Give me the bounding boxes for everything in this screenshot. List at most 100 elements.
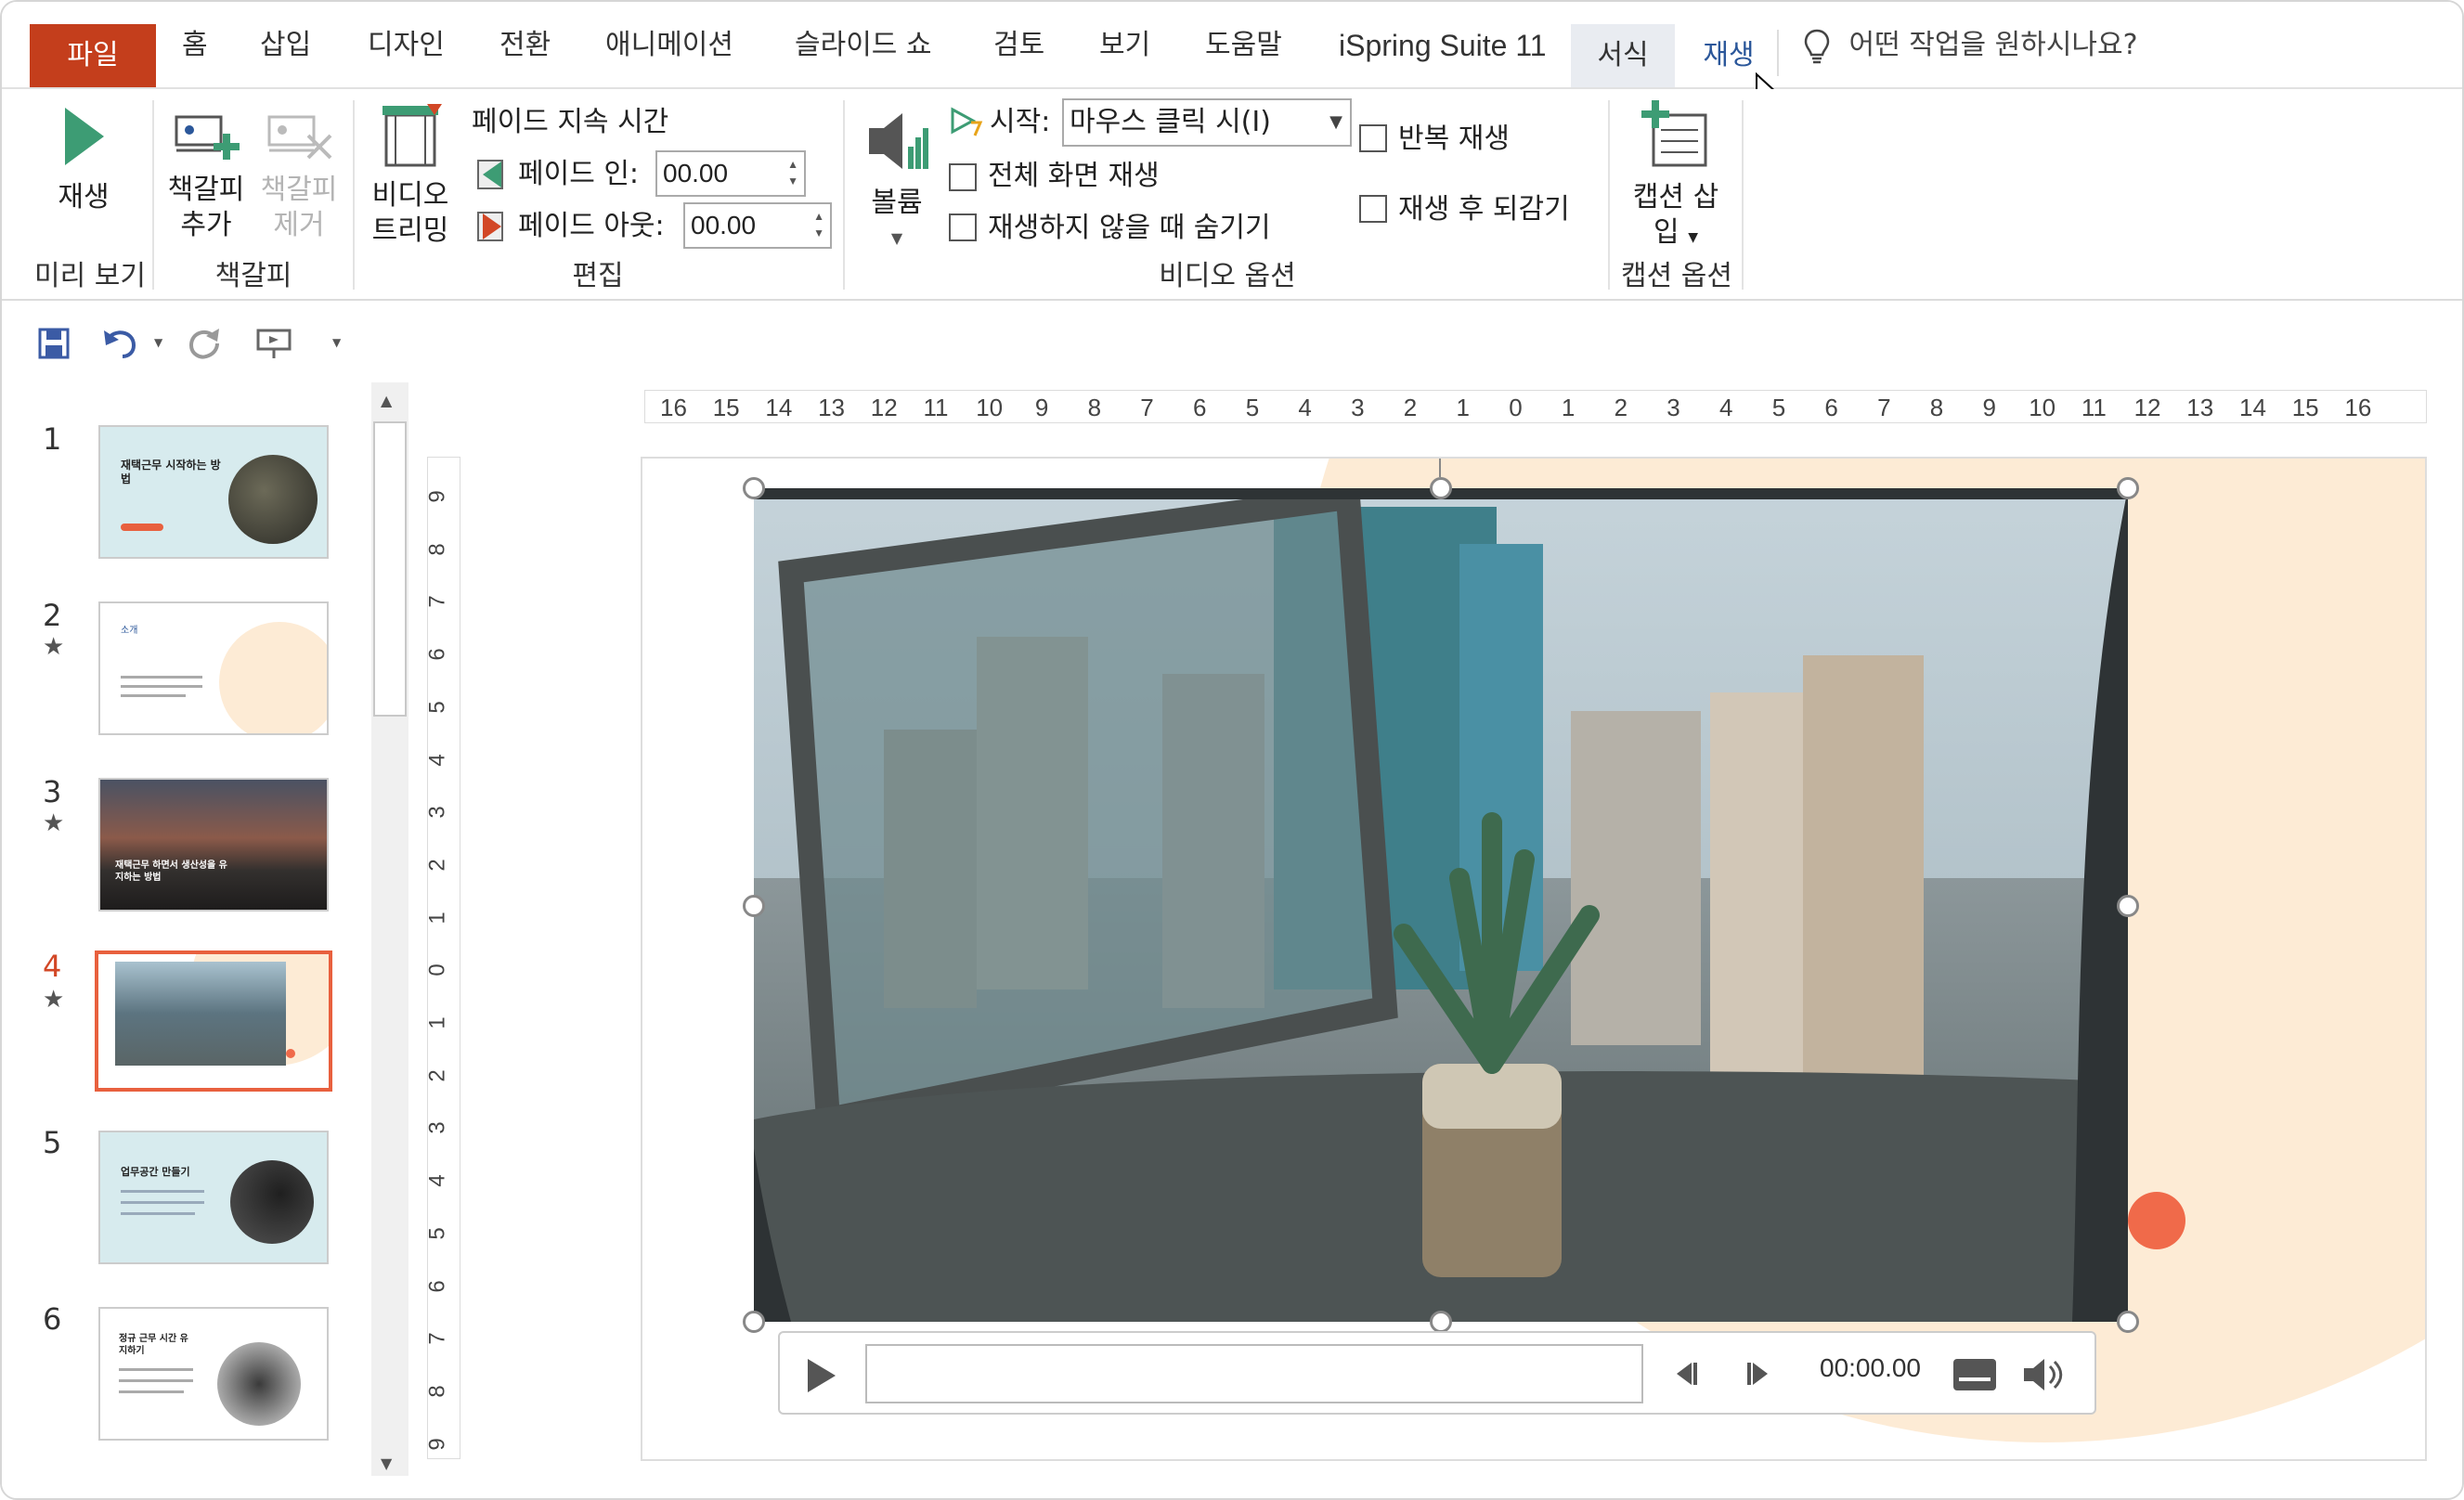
remove-bookmark-button[interactable]: 책갈피 제거 bbox=[253, 108, 345, 243]
tab-design[interactable]: 디자인 bbox=[368, 22, 445, 69]
decorative-dot-shape[interactable] bbox=[2128, 1192, 2185, 1249]
slide-thumbnail-6[interactable]: 정규 근무 시간 유지하기 bbox=[98, 1307, 329, 1441]
ruler-number: 2 bbox=[424, 859, 450, 872]
volume-speaker-icon bbox=[869, 113, 928, 169]
play-preview-button[interactable]: 재생 bbox=[39, 104, 128, 215]
tab-slideshow[interactable]: 슬라이드 쇼 bbox=[795, 22, 932, 69]
trim-video-button[interactable]: 비디오 트리밍 bbox=[358, 102, 462, 249]
tab-home[interactable]: 홈 bbox=[182, 22, 208, 69]
ruler-number: 5 bbox=[1245, 394, 1260, 421]
resize-handle-top[interactable] bbox=[1430, 477, 1452, 499]
resize-handle-bottom[interactable] bbox=[1430, 1311, 1452, 1333]
resize-handle-right[interactable] bbox=[2117, 895, 2139, 917]
ruler-number: 6 bbox=[1193, 394, 1207, 421]
group-separator bbox=[843, 100, 845, 290]
slide-thumbnail-3[interactable]: 재택근무 하면서 생산성을 유지하는 방법 bbox=[98, 778, 329, 912]
customize-toolbar-icon[interactable]: ▼ bbox=[332, 336, 341, 349]
video-player-controls: 00:00.00 bbox=[778, 1331, 2096, 1415]
redo-icon[interactable] bbox=[188, 327, 221, 360]
tell-me-search[interactable]: 어떤 작업을 원하시나요? bbox=[1803, 22, 2138, 69]
caption-insert-icon bbox=[1641, 100, 1707, 167]
chevron-down-icon: ▼ bbox=[1329, 112, 1342, 132]
ruler-number: 6 bbox=[1824, 394, 1838, 421]
ruler-number: 11 bbox=[923, 394, 949, 421]
volume-button[interactable]: 볼륨 ▼ bbox=[856, 106, 938, 256]
resize-handle-top-left[interactable] bbox=[743, 477, 765, 499]
tab-help[interactable]: 도움말 bbox=[1205, 22, 1282, 69]
spinner-arrows-icon[interactable]: ▲ ▼ bbox=[813, 208, 824, 241]
tab-ispring[interactable]: iSpring Suite 11 bbox=[1339, 22, 1547, 69]
resize-handle-bottom-right[interactable] bbox=[2117, 1311, 2139, 1333]
fade-out-input[interactable]: 00.00 ▲ ▼ bbox=[683, 202, 832, 249]
tab-view[interactable]: 보기 bbox=[1099, 22, 1150, 69]
resize-handle-top-right[interactable] bbox=[2117, 477, 2139, 499]
thumbnail-image bbox=[228, 455, 318, 544]
ruler-number: 4 bbox=[1298, 394, 1312, 421]
slide-number: 1 bbox=[43, 421, 62, 457]
undo-dropdown-icon[interactable]: ▼ bbox=[154, 336, 162, 349]
start-dropdown[interactable]: 마우스 클릭 시(I) ▼ bbox=[1062, 98, 1352, 147]
save-icon[interactable] bbox=[37, 327, 71, 360]
captions-icon[interactable] bbox=[1952, 1357, 1998, 1392]
scrollbar-thumb[interactable] bbox=[373, 421, 407, 717]
spinner-arrows-icon[interactable]: ▲ ▼ bbox=[787, 156, 798, 189]
slide-thumbnail-1[interactable]: 재택근무 시작하는 방법 bbox=[98, 425, 329, 559]
add-bookmark-label-1: 책갈피 bbox=[167, 174, 245, 206]
tab-file[interactable]: 파일 bbox=[30, 24, 156, 87]
slide-canvas[interactable] bbox=[641, 457, 2427, 1461]
add-bookmark-button[interactable]: 책갈피 추가 bbox=[160, 108, 253, 243]
ruler-number: 8 bbox=[1929, 394, 1944, 421]
tab-review[interactable]: 검토 bbox=[993, 22, 1044, 69]
tab-insert[interactable]: 삽입 bbox=[260, 22, 311, 69]
ruler-number: 15 bbox=[712, 394, 740, 421]
ruler-number: 8 bbox=[1087, 394, 1102, 421]
horizontal-ruler: 16 15 14 13 12 11 10 9 8 7 6 5 4 3 2 1 0 1 2 3 4 5 6 7 8 9 10 11 12 1… bbox=[644, 390, 2427, 423]
tab-animations[interactable]: 애니메이션 bbox=[605, 22, 733, 69]
ruler-number: 1 bbox=[424, 911, 450, 925]
resize-handle-left[interactable] bbox=[743, 895, 765, 917]
loop-checkbox[interactable] bbox=[1359, 124, 1387, 152]
ruler-number: 12 bbox=[2133, 394, 2161, 421]
undo-icon[interactable] bbox=[102, 327, 139, 360]
rewind-checkbox[interactable] bbox=[1359, 195, 1387, 223]
volume-icon[interactable] bbox=[2022, 1357, 2065, 1392]
ruler-number: 1 bbox=[1456, 394, 1470, 421]
ruler-number: 1 bbox=[1561, 394, 1576, 421]
start-from-beginning-icon[interactable] bbox=[254, 327, 293, 360]
insert-caption-button[interactable]: 캡션 삽 입 ▼ bbox=[1614, 100, 1738, 255]
video-progress-bar[interactable] bbox=[865, 1344, 1643, 1403]
ruler-number: 16 bbox=[2344, 394, 2372, 421]
chevron-down-icon: ▼ bbox=[1688, 230, 1698, 245]
hide-label: 재생하지 않을 때 숨기기 bbox=[988, 212, 1271, 244]
powerpoint-window: 파일 홈 삽입 디자인 전환 애니메이션 슬라이드 쇼 검토 보기 도움말 iS… bbox=[0, 0, 2464, 1500]
tab-format[interactable]: 서식 bbox=[1571, 24, 1675, 87]
ruler-number: 3 bbox=[1666, 394, 1680, 421]
ruler-number: 15 bbox=[2291, 394, 2319, 421]
ruler-number: 8 bbox=[424, 1385, 450, 1398]
scroll-down-icon[interactable]: ▼ bbox=[381, 1455, 392, 1472]
tab-transitions[interactable]: 전환 bbox=[499, 22, 551, 69]
video-object[interactable] bbox=[754, 488, 2128, 1322]
play-icon[interactable] bbox=[802, 1355, 839, 1396]
hide-checkbox[interactable] bbox=[949, 213, 977, 241]
step-backward-icon[interactable] bbox=[1671, 1359, 1699, 1389]
slide-thumbnail-5[interactable]: 업무공간 만들기 bbox=[98, 1131, 329, 1264]
slide-number: 2 bbox=[43, 598, 62, 633]
ruler-number: 4 bbox=[424, 1174, 450, 1187]
trim-video-label-2: 트리밍 bbox=[371, 214, 449, 247]
thumbnail-text-line bbox=[121, 676, 202, 679]
volume-label: 볼륨 bbox=[871, 187, 923, 219]
step-forward-icon[interactable] bbox=[1745, 1359, 1773, 1389]
fullscreen-checkbox[interactable] bbox=[949, 163, 977, 191]
resize-handle-bottom-left[interactable] bbox=[743, 1311, 765, 1333]
rewind-label: 재생 후 되감기 bbox=[1398, 193, 1570, 226]
thumbnail-text-line bbox=[119, 1379, 193, 1382]
slide-thumbnail-4[interactable] bbox=[95, 950, 332, 1092]
ruler-number: 7 bbox=[1877, 394, 1891, 421]
ruler-number: 9 bbox=[1982, 394, 1996, 421]
fade-in-input[interactable]: 00.00 ▲ ▼ bbox=[655, 150, 806, 197]
group-label-video-options: 비디오 옵션 bbox=[1159, 260, 1296, 292]
slide-thumbnail-2[interactable]: 소개 bbox=[98, 601, 329, 735]
scroll-up-icon[interactable]: ▲ bbox=[381, 392, 392, 409]
ribbon-playback: 재생 미리 보기 책갈피 추가 책갈피 제거 책갈피 비디오 트리밍 페이드 지… bbox=[2, 89, 2462, 301]
